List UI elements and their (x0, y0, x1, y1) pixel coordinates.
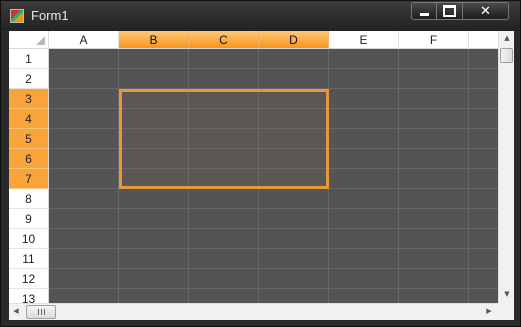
row-header[interactable]: 5 (9, 129, 49, 149)
row-header[interactable]: 1 (9, 49, 49, 69)
column-header[interactable]: A (49, 31, 119, 49)
row-header[interactable]: 11 (9, 249, 49, 269)
row-header[interactable]: 4 (9, 109, 49, 129)
scroll-right-icon[interactable]: ▶ (482, 307, 496, 315)
app-icon[interactable] (10, 9, 24, 23)
row-header[interactable]: 12 (9, 269, 49, 289)
column-header[interactable] (469, 31, 498, 49)
app-window: Form1 ✕ A B C D E F 1 2 3 4 5 6 7 8 9 10 11 12 13 ▲ ▼ (0, 0, 521, 327)
title-bar[interactable]: Form1 ✕ (1, 1, 520, 31)
row-header[interactable]: 13 (9, 289, 49, 303)
row-header[interactable]: 8 (9, 189, 49, 209)
select-all-corner[interactable] (9, 31, 49, 49)
column-header[interactable]: E (329, 31, 399, 49)
corner-triangle-icon (36, 36, 45, 45)
vertical-scrollbar[interactable]: ▲ ▼ (498, 31, 514, 303)
horizontal-scrollbar[interactable]: ◀ ▶ (9, 303, 498, 320)
selection-range-box[interactable] (119, 89, 329, 189)
column-header[interactable]: B (119, 31, 189, 49)
column-header[interactable]: D (259, 31, 329, 49)
form-client-area: A B C D E F 1 2 3 4 5 6 7 8 9 10 11 12 13 ▲ ▼ ◀ ▶ (9, 31, 514, 320)
row-header[interactable]: 6 (9, 149, 49, 169)
grip-line (43, 309, 45, 315)
maximize-icon (443, 5, 456, 17)
minimize-icon (419, 12, 429, 16)
column-header[interactable]: F (399, 31, 469, 49)
window-title: Form1 (31, 8, 69, 23)
scroll-up-icon[interactable]: ▲ (499, 34, 514, 42)
row-header[interactable]: 2 (9, 69, 49, 89)
horizontal-scroll-thumb[interactable] (26, 305, 56, 319)
scroll-down-icon[interactable]: ▼ (499, 290, 514, 298)
scroll-left-icon[interactable]: ◀ (9, 307, 23, 315)
close-icon: ✕ (480, 3, 491, 19)
row-header[interactable]: 9 (9, 209, 49, 229)
scrollbar-corner (498, 303, 514, 320)
row-header[interactable]: 3 (9, 89, 49, 109)
minimize-button[interactable] (411, 2, 437, 20)
spreadsheet-grid[interactable]: A B C D E F 1 2 3 4 5 6 7 8 9 10 11 12 13 (9, 31, 498, 303)
maximize-button[interactable] (437, 2, 463, 20)
row-header[interactable]: 7 (9, 169, 49, 189)
window-controls: ✕ (411, 2, 509, 22)
grip-line (37, 309, 39, 315)
column-header[interactable]: C (189, 31, 259, 49)
grip-line (40, 309, 42, 315)
vertical-scroll-thumb[interactable] (500, 48, 513, 63)
row-header[interactable]: 10 (9, 229, 49, 249)
close-button[interactable]: ✕ (463, 2, 509, 20)
